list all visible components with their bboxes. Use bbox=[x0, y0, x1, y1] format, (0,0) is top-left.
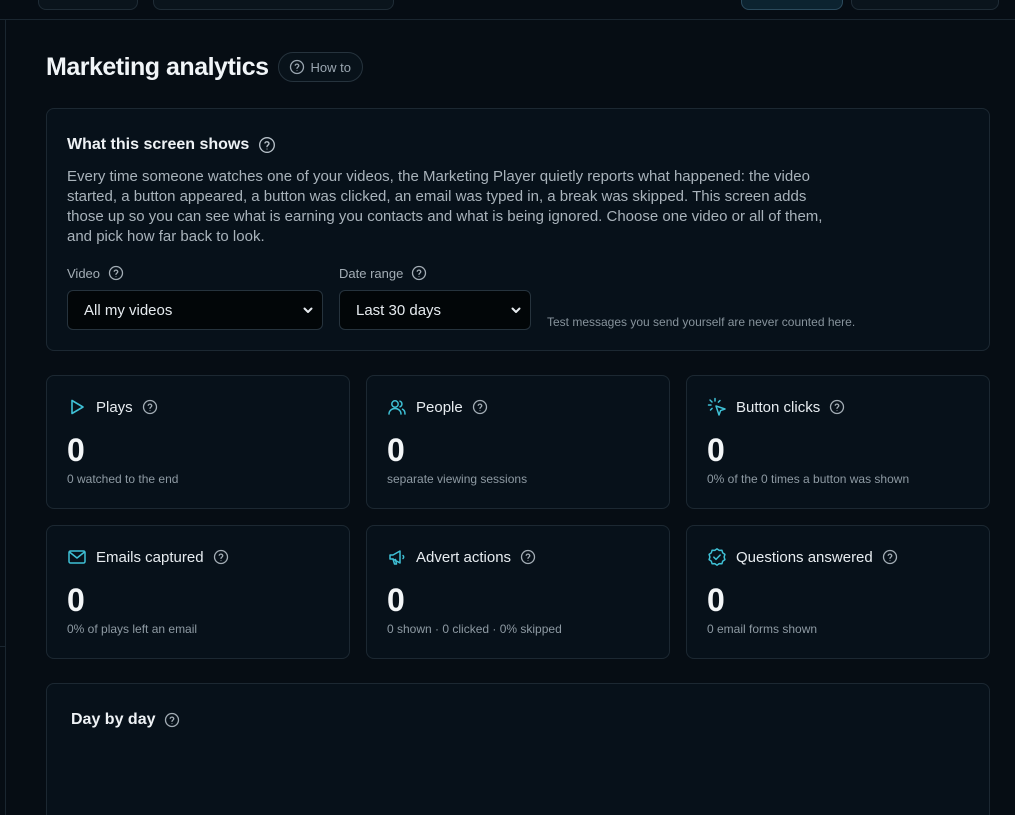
video-select[interactable]: All my videos bbox=[67, 290, 323, 330]
page-title: Marketing analytics bbox=[46, 52, 269, 81]
stat-value: 0 bbox=[707, 582, 725, 618]
sidebar-divider-tick bbox=[0, 646, 6, 647]
date-range-label-text: Date range bbox=[339, 265, 404, 281]
toolbar-search-field[interactable] bbox=[153, 0, 394, 10]
question-circle-icon[interactable] bbox=[108, 265, 124, 281]
toolbar-primary-button[interactable] bbox=[741, 0, 843, 10]
stat-value: 0 bbox=[387, 582, 405, 618]
stat-label: Questions answered bbox=[736, 548, 873, 566]
top-toolbar bbox=[0, 0, 1015, 20]
stat-header: Emails captured bbox=[67, 547, 229, 567]
sidebar-divider bbox=[5, 20, 6, 815]
page-heading: Marketing analytics How to bbox=[46, 52, 363, 82]
day-by-day-title: Day by day bbox=[71, 711, 180, 729]
stat-label: Advert actions bbox=[416, 548, 512, 566]
stat-subtext: 0 shown · 0 clicked · 0% skipped bbox=[387, 622, 562, 636]
check-badge-icon bbox=[707, 547, 727, 567]
video-select-value: All my videos bbox=[84, 301, 173, 319]
stat-subtext: 0 email forms shown bbox=[707, 622, 818, 636]
how-to-label: How to bbox=[310, 59, 351, 75]
question-circle-icon bbox=[289, 59, 305, 75]
stat-label: Plays bbox=[96, 398, 133, 416]
day-by-day-card: Day by day bbox=[46, 683, 990, 815]
question-circle-icon[interactable] bbox=[213, 549, 229, 565]
test-messages-note: Test messages you send yourself are neve… bbox=[547, 315, 856, 329]
stat-card-advert-actions: Advert actions 0 0 shown · 0 clicked · 0… bbox=[366, 525, 670, 659]
question-circle-icon[interactable] bbox=[882, 549, 898, 565]
stat-label: People bbox=[416, 398, 463, 416]
question-circle-icon[interactable] bbox=[520, 549, 536, 565]
stat-card-people: People 0 separate viewing sessions bbox=[366, 375, 670, 509]
question-circle-icon[interactable] bbox=[829, 399, 845, 415]
date-range-field-label: Date range bbox=[339, 265, 427, 281]
analytics-page: Marketing analytics How to What this scr… bbox=[0, 0, 1015, 815]
question-circle-icon[interactable] bbox=[411, 265, 427, 281]
day-by-day-title-text: Day by day bbox=[71, 711, 156, 728]
video-field-label: Video bbox=[67, 265, 124, 281]
stat-header: Questions answered bbox=[707, 547, 898, 567]
stat-value: 0 bbox=[67, 582, 85, 618]
stat-card-questions-answered: Questions answered 0 0 email forms shown bbox=[686, 525, 990, 659]
chevron-down-icon bbox=[510, 304, 522, 316]
people-icon bbox=[387, 397, 407, 417]
megaphone-icon bbox=[387, 547, 407, 567]
toolbar-button[interactable] bbox=[38, 0, 138, 10]
stat-header: Button clicks bbox=[707, 397, 845, 417]
stat-subtext: separate viewing sessions bbox=[387, 472, 528, 486]
cursor-click-icon bbox=[707, 397, 727, 417]
stat-value: 0 bbox=[67, 432, 85, 468]
info-title: What this screen shows bbox=[67, 136, 276, 154]
toolbar-secondary-button[interactable] bbox=[851, 0, 999, 10]
stat-card-button-clicks: Button clicks 0 0% of the 0 times a butt… bbox=[686, 375, 990, 509]
chevron-down-icon bbox=[302, 304, 314, 316]
stat-card-plays: Plays 0 0 watched to the end bbox=[46, 375, 350, 509]
video-label-text: Video bbox=[67, 265, 101, 281]
stat-header: People bbox=[387, 397, 488, 417]
stat-label: Emails captured bbox=[96, 548, 204, 566]
question-circle-icon[interactable] bbox=[258, 136, 276, 154]
question-circle-icon[interactable] bbox=[472, 399, 488, 415]
stat-header: Advert actions bbox=[387, 547, 536, 567]
info-card: What this screen shows Every time someon… bbox=[46, 108, 990, 351]
stat-card-emails-captured: Emails captured 0 0% of plays left an em… bbox=[46, 525, 350, 659]
stat-value: 0 bbox=[387, 432, 405, 468]
question-circle-icon[interactable] bbox=[142, 399, 158, 415]
how-to-button[interactable]: How to bbox=[277, 52, 363, 82]
mail-icon bbox=[67, 547, 87, 567]
stat-subtext: 0 watched to the end bbox=[67, 472, 179, 486]
stat-subtext: 0% of the 0 times a button was shown bbox=[707, 472, 910, 486]
date-range-select-value: Last 30 days bbox=[356, 301, 442, 319]
stat-value: 0 bbox=[707, 432, 725, 468]
stat-subtext: 0% of plays left an email bbox=[67, 622, 198, 636]
info-title-text: What this screen shows bbox=[67, 136, 250, 153]
stat-label: Button clicks bbox=[736, 398, 821, 416]
info-description: Every time someone watches one of your v… bbox=[67, 168, 823, 245]
stat-header: Plays bbox=[67, 397, 158, 417]
question-circle-icon[interactable] bbox=[164, 712, 180, 728]
date-range-select[interactable]: Last 30 days bbox=[339, 290, 531, 330]
play-icon bbox=[67, 397, 87, 417]
